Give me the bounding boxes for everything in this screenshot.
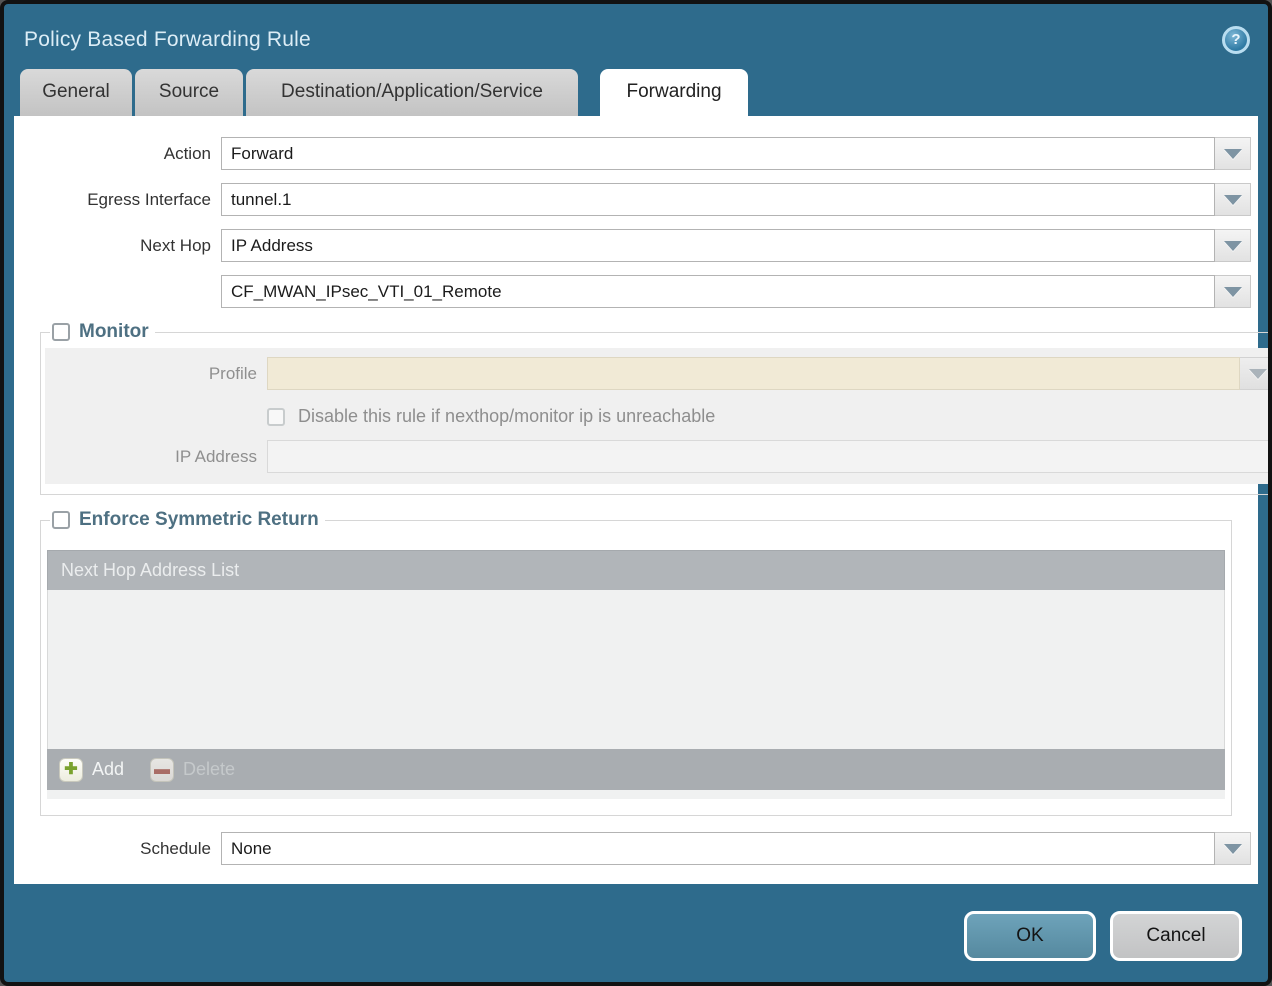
- profile-row: Profile: [45, 357, 1272, 390]
- dialog-title: Policy Based Forwarding Rule: [24, 28, 311, 52]
- next-hop-address-table-header: Next Hop Address List: [47, 550, 1225, 590]
- profile-label: Profile: [45, 364, 267, 384]
- monitor-ip-address-row: IP Address: [45, 440, 1272, 473]
- egress-interface-select[interactable]: tunnel.1: [221, 183, 1215, 216]
- action-row: Action Forward: [14, 137, 1258, 170]
- tab-forwarding[interactable]: Forwarding: [600, 69, 748, 116]
- monitor-checkbox[interactable]: [52, 323, 70, 341]
- tab-general[interactable]: General: [20, 69, 132, 116]
- tab-bar: General Source Destination/Application/S…: [4, 66, 1268, 116]
- action-dropdown-button[interactable]: [1215, 137, 1251, 170]
- next-hop-address-combo: CF_MWAN_IPsec_VTI_01_Remote: [221, 275, 1251, 308]
- next-hop-address-table-body[interactable]: [47, 590, 1225, 749]
- schedule-label: Schedule: [14, 839, 221, 859]
- dialog-titlebar: Policy Based Forwarding Rule ?: [4, 4, 1268, 66]
- schedule-combo: None: [221, 832, 1251, 865]
- next-hop-label: Next Hop: [14, 236, 221, 256]
- disable-rule-checkbox: [267, 408, 285, 426]
- chevron-down-icon: [1224, 241, 1242, 251]
- profile-dropdown-button: [1240, 357, 1272, 390]
- chevron-down-icon: [1224, 195, 1242, 205]
- monitor-section-label: Monitor: [79, 321, 149, 343]
- action-label: Action: [14, 144, 221, 164]
- egress-interface-combo: tunnel.1: [221, 183, 1251, 216]
- monitor-panel: Profile Disable this rule if nexthop/mon…: [45, 348, 1272, 484]
- ok-button[interactable]: OK: [964, 911, 1096, 961]
- schedule-dropdown-button[interactable]: [1215, 832, 1251, 865]
- monitor-ip-address-label: IP Address: [45, 447, 267, 467]
- chevron-down-icon: [1249, 369, 1267, 379]
- schedule-select[interactable]: None: [221, 832, 1215, 865]
- profile-combo: [267, 357, 1272, 390]
- action-combo: Forward: [221, 137, 1251, 170]
- chevron-down-icon: [1224, 287, 1242, 297]
- egress-interface-dropdown-button[interactable]: [1215, 183, 1251, 216]
- disable-rule-row: Disable this rule if nexthop/monitor ip …: [267, 406, 1272, 427]
- schedule-row: Schedule None: [14, 832, 1258, 865]
- next-hop-dropdown-button[interactable]: [1215, 229, 1251, 262]
- next-hop-combo: IP Address: [221, 229, 1251, 262]
- forwarding-tab-panel: Action Forward Egress Interface tunnel.1…: [14, 116, 1258, 884]
- pbf-rule-dialog: Policy Based Forwarding Rule ? General S…: [0, 0, 1272, 986]
- monitor-ip-address-field: [267, 440, 1272, 473]
- symmetric-return-checkbox[interactable]: [52, 511, 70, 529]
- plus-icon: ✚: [59, 758, 83, 782]
- cancel-button[interactable]: Cancel: [1110, 911, 1242, 961]
- action-select[interactable]: Forward: [221, 137, 1215, 170]
- symmetric-return-legend: Enforce Symmetric Return: [50, 509, 325, 531]
- dialog-footer: OK Cancel: [964, 911, 1242, 961]
- next-hop-address-table-toolbar: ✚ Add ▬ Delete: [47, 749, 1225, 790]
- add-button[interactable]: ✚ Add: [59, 758, 124, 782]
- monitor-section: Monitor Profile Disable this rule if nex…: [40, 321, 1272, 495]
- delete-button-label: Delete: [183, 759, 235, 780]
- delete-button: ▬ Delete: [150, 758, 235, 782]
- chevron-down-icon: [1224, 149, 1242, 159]
- egress-interface-row: Egress Interface tunnel.1: [14, 183, 1258, 216]
- next-hop-address-table: Next Hop Address List ✚ Add ▬ Delete: [47, 550, 1225, 799]
- next-hop-select[interactable]: IP Address: [221, 229, 1215, 262]
- tab-destination-application-service[interactable]: Destination/Application/Service: [246, 69, 578, 116]
- disable-rule-label: Disable this rule if nexthop/monitor ip …: [298, 406, 715, 427]
- symmetric-return-section-label: Enforce Symmetric Return: [79, 509, 319, 531]
- monitor-legend: Monitor: [50, 321, 155, 343]
- next-hop-address-row: CF_MWAN_IPsec_VTI_01_Remote: [14, 275, 1258, 308]
- minus-icon: ▬: [150, 758, 174, 782]
- chevron-down-icon: [1224, 844, 1242, 854]
- next-hop-row: Next Hop IP Address: [14, 229, 1258, 262]
- help-icon[interactable]: ?: [1222, 26, 1250, 54]
- egress-interface-label: Egress Interface: [14, 190, 221, 210]
- add-button-label: Add: [92, 759, 124, 780]
- tab-source[interactable]: Source: [135, 69, 243, 116]
- next-hop-address-dropdown-button[interactable]: [1215, 275, 1251, 308]
- symmetric-return-section: Enforce Symmetric Return Next Hop Addres…: [40, 509, 1232, 816]
- profile-select: [267, 357, 1240, 390]
- next-hop-address-select[interactable]: CF_MWAN_IPsec_VTI_01_Remote: [221, 275, 1215, 308]
